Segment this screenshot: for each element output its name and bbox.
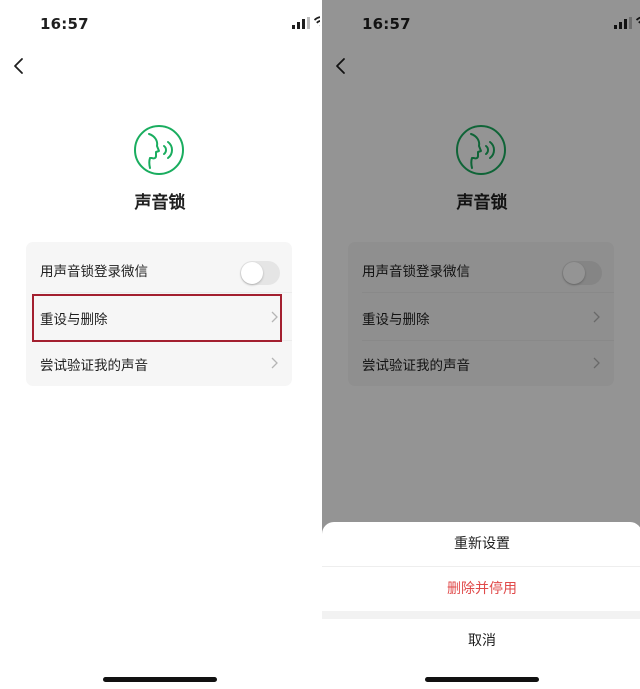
login-toggle-label: 用声音锁登录微信	[40, 264, 148, 280]
wifi-icon	[314, 16, 320, 27]
divider	[40, 292, 292, 293]
highlight-box	[32, 294, 282, 342]
home-indicator	[103, 677, 217, 682]
action-sheet-screen: 16:57 64 声音锁 用声音锁登录微信	[322, 0, 640, 689]
settings-screen: 16:57 64 声音锁 用声音锁登录微信	[0, 0, 320, 689]
verify-voice-row[interactable]: 尝试验证我的声音	[26, 340, 292, 386]
sheet-gap	[322, 611, 640, 619]
status-time: 16:57	[40, 15, 89, 33]
toggle-knob	[241, 262, 263, 284]
verify-voice-label: 尝试验证我的声音	[40, 358, 148, 374]
signal-icon	[292, 17, 310, 29]
page-title: 声音锁	[134, 193, 186, 213]
home-indicator	[425, 677, 539, 682]
action-sheet: 重新设置 删除并停用 取消	[322, 522, 640, 689]
voice-lock-icon	[134, 125, 184, 175]
cancel-button[interactable]: 取消	[322, 619, 640, 663]
chevron-right-icon	[271, 357, 278, 369]
delete-disable-button[interactable]: 删除并停用	[322, 567, 640, 611]
login-toggle-row[interactable]: 用声音锁登录微信	[26, 246, 292, 292]
back-arrow-icon[interactable]	[10, 56, 30, 76]
login-toggle-switch[interactable]	[240, 261, 280, 285]
reset-button[interactable]: 重新设置	[322, 522, 640, 566]
status-bar: 16:57 64	[0, 0, 320, 48]
